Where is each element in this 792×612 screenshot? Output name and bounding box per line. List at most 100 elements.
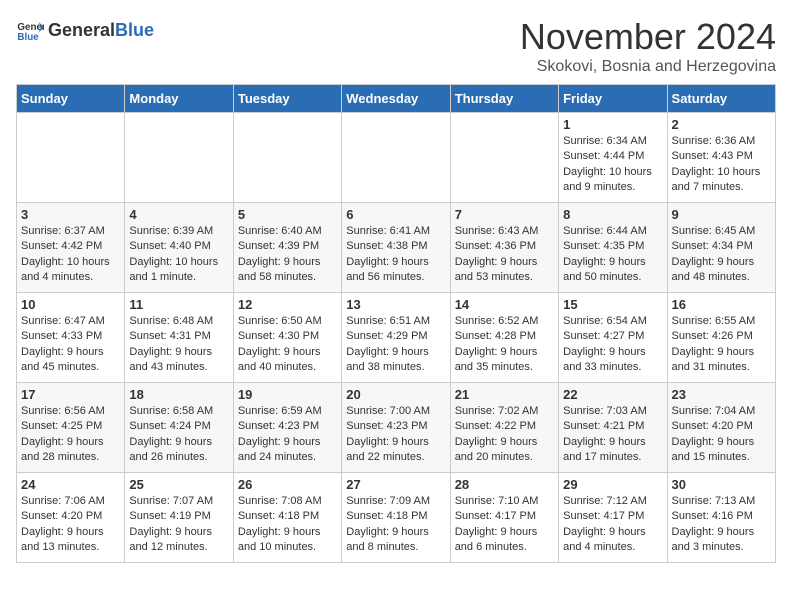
calendar-week-row: 10 Sunrise: 6:47 AM Sunset: 4:33 PM Dayli… [17, 293, 776, 383]
calendar-cell [450, 113, 558, 203]
day-info: Sunrise: 7:00 AM Sunset: 4:23 PM Dayligh… [346, 404, 445, 466]
day-number: 13 [346, 297, 445, 312]
day-number: 27 [346, 477, 445, 492]
calendar-cell: 3 Sunrise: 6:37 AM Sunset: 4:42 PM Daylig… [17, 203, 125, 293]
day-info: Sunrise: 6:44 AM Sunset: 4:35 PM Dayligh… [563, 224, 662, 286]
day-info: Sunrise: 6:34 AM Sunset: 4:44 PM Dayligh… [563, 134, 662, 196]
day-info: Sunrise: 6:55 AM Sunset: 4:26 PM Dayligh… [672, 314, 771, 376]
calendar-cell: 12Sunrise: 6:50 AM Sunset: 4:30 PM Dayli… [233, 293, 341, 383]
dow-header: Sunday [17, 85, 125, 113]
calendar-cell [17, 113, 125, 203]
day-number: 1 [563, 117, 662, 132]
calendar-cell: 6 Sunrise: 6:41 AM Sunset: 4:38 PM Daylig… [342, 203, 450, 293]
day-number: 5 [238, 207, 337, 222]
calendar-cell: 28Sunrise: 7:10 AM Sunset: 4:17 PM Dayli… [450, 473, 558, 563]
calendar-cell: 20 Sunrise: 7:00 AM Sunset: 4:23 PM Dayli… [342, 383, 450, 473]
day-number: 29 [563, 477, 662, 492]
day-info: Sunrise: 6:52 AM Sunset: 4:28 PM Dayligh… [455, 314, 554, 376]
day-info: Sunrise: 6:51 AM Sunset: 4:29 PM Dayligh… [346, 314, 445, 376]
day-number: 10 [21, 297, 120, 312]
day-number: 20 [346, 387, 445, 402]
day-info: Sunrise: 7:03 AM Sunset: 4:21 PM Dayligh… [563, 404, 662, 466]
svg-text:Blue: Blue [17, 32, 39, 43]
day-number: 16 [672, 297, 771, 312]
day-info: Sunrise: 6:47 AM Sunset: 4:33 PM Dayligh… [21, 314, 120, 376]
day-number: 26 [238, 477, 337, 492]
calendar-cell: 27 Sunrise: 7:09 AM Sunset: 4:18 PM Dayli… [342, 473, 450, 563]
day-info: Sunrise: 6:50 AM Sunset: 4:30 PM Dayligh… [238, 314, 337, 376]
days-of-week-row: SundayMondayTuesdayWednesdayThursdayFrid… [17, 85, 776, 113]
calendar-cell: 15 Sunrise: 6:54 AM Sunset: 4:27 PM Dayli… [559, 293, 667, 383]
day-info: Sunrise: 7:04 AM Sunset: 4:20 PM Dayligh… [672, 404, 771, 466]
calendar-cell: 8Sunrise: 6:44 AM Sunset: 4:35 PM Daylig… [559, 203, 667, 293]
calendar-cell: 13 Sunrise: 6:51 AM Sunset: 4:29 PM Dayli… [342, 293, 450, 383]
day-info: Sunrise: 6:54 AM Sunset: 4:27 PM Dayligh… [563, 314, 662, 376]
calendar-cell: 9Sunrise: 6:45 AM Sunset: 4:34 PM Daylig… [667, 203, 775, 293]
day-number: 23 [672, 387, 771, 402]
day-info: Sunrise: 7:08 AM Sunset: 4:18 PM Dayligh… [238, 494, 337, 556]
day-info: Sunrise: 6:37 AM Sunset: 4:42 PM Dayligh… [21, 224, 120, 286]
header: General Blue General Blue November 2024 … [16, 16, 776, 76]
calendar-week-row: 3 Sunrise: 6:37 AM Sunset: 4:42 PM Daylig… [17, 203, 776, 293]
day-info: Sunrise: 7:09 AM Sunset: 4:18 PM Dayligh… [346, 494, 445, 556]
day-number: 19 [238, 387, 337, 402]
calendar-cell: 30Sunrise: 7:13 AM Sunset: 4:16 PM Dayli… [667, 473, 775, 563]
calendar-cell: 10 Sunrise: 6:47 AM Sunset: 4:33 PM Dayli… [17, 293, 125, 383]
calendar-cell: 11 Sunrise: 6:48 AM Sunset: 4:31 PM Dayli… [125, 293, 233, 383]
dow-header: Monday [125, 85, 233, 113]
day-number: 2 [672, 117, 771, 132]
calendar-cell: 14Sunrise: 6:52 AM Sunset: 4:28 PM Dayli… [450, 293, 558, 383]
day-info: Sunrise: 6:59 AM Sunset: 4:23 PM Dayligh… [238, 404, 337, 466]
logo-blue: Blue [115, 20, 154, 41]
calendar-cell: 23 Sunrise: 7:04 AM Sunset: 4:20 PM Dayli… [667, 383, 775, 473]
title-area: November 2024 Skokovi, Bosnia and Herzeg… [520, 16, 776, 76]
day-number: 7 [455, 207, 554, 222]
dow-header: Saturday [667, 85, 775, 113]
day-info: Sunrise: 6:39 AM Sunset: 4:40 PM Dayligh… [129, 224, 228, 286]
day-number: 6 [346, 207, 445, 222]
day-number: 15 [563, 297, 662, 312]
calendar-week-row: 1 Sunrise: 6:34 AM Sunset: 4:44 PM Daylig… [17, 113, 776, 203]
calendar-cell: 19 Sunrise: 6:59 AM Sunset: 4:23 PM Dayli… [233, 383, 341, 473]
logo-icon: General Blue [16, 16, 44, 44]
location-title: Skokovi, Bosnia and Herzegovina [520, 58, 776, 76]
day-info: Sunrise: 6:36 AM Sunset: 4:43 PM Dayligh… [672, 134, 771, 196]
day-info: Sunrise: 7:12 AM Sunset: 4:17 PM Dayligh… [563, 494, 662, 556]
day-number: 25 [129, 477, 228, 492]
day-info: Sunrise: 6:41 AM Sunset: 4:38 PM Dayligh… [346, 224, 445, 286]
calendar-cell: 2 Sunrise: 6:36 AM Sunset: 4:43 PM Daylig… [667, 113, 775, 203]
day-number: 17 [21, 387, 120, 402]
calendar-cell: 24Sunrise: 7:06 AM Sunset: 4:20 PM Dayli… [17, 473, 125, 563]
calendar-week-row: 17 Sunrise: 6:56 AM Sunset: 4:25 PM Dayli… [17, 383, 776, 473]
calendar-cell: 4 Sunrise: 6:39 AM Sunset: 4:40 PM Daylig… [125, 203, 233, 293]
day-number: 11 [129, 297, 228, 312]
calendar-table: SundayMondayTuesdayWednesdayThursdayFrid… [16, 84, 776, 563]
calendar-cell: 25 Sunrise: 7:07 AM Sunset: 4:19 PM Dayli… [125, 473, 233, 563]
logo: General Blue General Blue [16, 16, 154, 44]
day-number: 4 [129, 207, 228, 222]
dow-header: Friday [559, 85, 667, 113]
calendar-cell: 7 Sunrise: 6:43 AM Sunset: 4:36 PM Daylig… [450, 203, 558, 293]
day-info: Sunrise: 7:10 AM Sunset: 4:17 PM Dayligh… [455, 494, 554, 556]
day-number: 18 [129, 387, 228, 402]
day-info: Sunrise: 6:43 AM Sunset: 4:36 PM Dayligh… [455, 224, 554, 286]
dow-header: Tuesday [233, 85, 341, 113]
calendar-cell: 17 Sunrise: 6:56 AM Sunset: 4:25 PM Dayli… [17, 383, 125, 473]
day-info: Sunrise: 7:06 AM Sunset: 4:20 PM Dayligh… [21, 494, 120, 556]
day-number: 22 [563, 387, 662, 402]
day-info: Sunrise: 6:48 AM Sunset: 4:31 PM Dayligh… [129, 314, 228, 376]
calendar-cell: 21Sunrise: 7:02 AM Sunset: 4:22 PM Dayli… [450, 383, 558, 473]
day-info: Sunrise: 6:56 AM Sunset: 4:25 PM Dayligh… [21, 404, 120, 466]
calendar-cell: 1 Sunrise: 6:34 AM Sunset: 4:44 PM Daylig… [559, 113, 667, 203]
dow-header: Wednesday [342, 85, 450, 113]
day-info: Sunrise: 7:07 AM Sunset: 4:19 PM Dayligh… [129, 494, 228, 556]
calendar-cell [125, 113, 233, 203]
day-info: Sunrise: 7:02 AM Sunset: 4:22 PM Dayligh… [455, 404, 554, 466]
day-info: Sunrise: 6:40 AM Sunset: 4:39 PM Dayligh… [238, 224, 337, 286]
calendar-cell: 5 Sunrise: 6:40 AM Sunset: 4:39 PM Daylig… [233, 203, 341, 293]
day-number: 3 [21, 207, 120, 222]
calendar-cell: 26 Sunrise: 7:08 AM Sunset: 4:18 PM Dayli… [233, 473, 341, 563]
day-info: Sunrise: 7:13 AM Sunset: 4:16 PM Dayligh… [672, 494, 771, 556]
calendar-cell: 16 Sunrise: 6:55 AM Sunset: 4:26 PM Dayli… [667, 293, 775, 383]
calendar-week-row: 24Sunrise: 7:06 AM Sunset: 4:20 PM Dayli… [17, 473, 776, 563]
